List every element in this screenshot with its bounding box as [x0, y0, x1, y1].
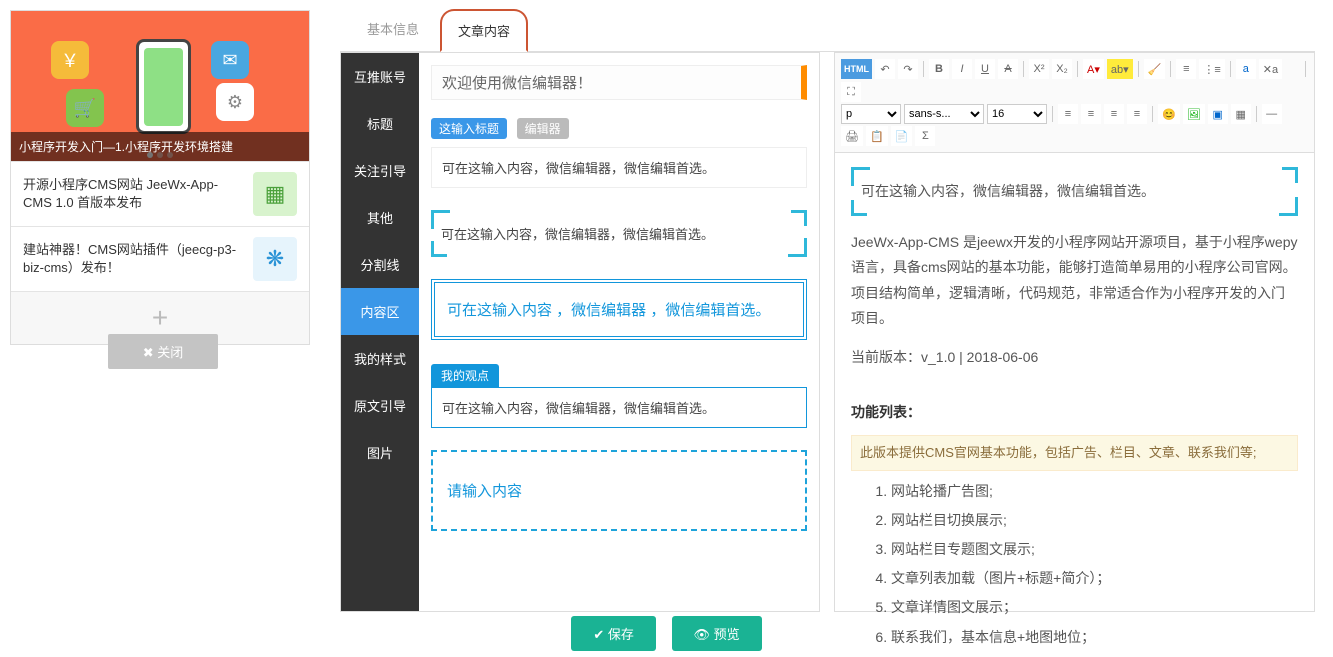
article-list-item[interactable]: 开源小程序CMS网站 JeeWx-App-CMS 1.0 首版本发布 ▦ — [11, 161, 309, 226]
feature-banner: 此版本提供CMS官网基本功能，包括广告、栏目、文章、联系我们等; — [851, 435, 1298, 470]
article-title: 建站神器！CMS网站插件（jeecg-p3-biz-cms）发布！ — [23, 241, 245, 277]
image-button[interactable]: 🖼 — [1183, 104, 1205, 124]
money-icon: ￥ — [51, 41, 89, 79]
special-char-button[interactable]: Σ — [915, 126, 935, 146]
bracket-text: 可在这输入内容，微信编辑器，微信编辑首选。 — [441, 227, 714, 242]
template-panel: 互推账号 标题 关注引导 其他 分割线 内容区 我的样式 原文引导 图片 欢迎使… — [340, 52, 820, 612]
bracket-text: 可在这输入内容，微信编辑器，微信编辑首选。 — [861, 183, 1155, 199]
tab-basic-info[interactable]: 基本信息 — [350, 8, 436, 51]
rte-toolbar: HTML ↶ ↷ B I U A X² X₂ A▾ ab▾ 🧹 ≡ ⋮≡ — [835, 53, 1314, 153]
emoji-button[interactable]: 😊 — [1158, 104, 1180, 124]
menu-item[interactable]: 图片 — [341, 429, 419, 476]
unlink-button[interactable]: ✕a — [1259, 59, 1282, 79]
content-version: 当前版本：v_1.0 | 2018-06-06 — [851, 345, 1298, 370]
menu-item-active[interactable]: 内容区 — [341, 288, 419, 335]
thumb-icon: ❋ — [253, 237, 297, 281]
html-source-button[interactable]: HTML — [841, 59, 872, 79]
clear-format-button[interactable]: 🧹 — [1144, 59, 1166, 79]
article-list-panel: ￥ ✉ 🛒 ⚙ 小程序开发入门—1.小程序开发环境搭建 开源小程序CMS网站 J… — [10, 10, 310, 345]
print-button[interactable]: 🖨 — [841, 126, 863, 146]
hero-caption: 小程序开发入门—1.小程序开发环境搭建 — [11, 132, 309, 161]
gear-icon: ⚙ — [216, 83, 254, 121]
media-button[interactable]: ▣ — [1208, 104, 1228, 124]
article-title: 开源小程序CMS网站 JeeWx-App-CMS 1.0 首版本发布 — [23, 176, 245, 212]
redo-button[interactable]: ↷ — [898, 59, 918, 79]
preview-button[interactable]: 👁 预览 — [672, 616, 762, 651]
align-center-button[interactable]: ≡ — [1081, 104, 1101, 124]
content-bracket-block: 可在这输入内容，微信编辑器，微信编辑首选。 — [851, 167, 1298, 216]
menu-item[interactable]: 原文引导 — [341, 382, 419, 429]
dashed-template[interactable]: 请输入内容 — [431, 450, 807, 531]
undo-button[interactable]: ↶ — [875, 59, 895, 79]
rte-content[interactable]: 可在这输入内容，微信编辑器，微信编辑首选。 JeeWx-App-CMS 是jee… — [835, 153, 1314, 655]
bold-button[interactable]: B — [929, 59, 949, 79]
thumb-icon: ▦ — [253, 172, 297, 216]
subscript-button[interactable]: X₂ — [1052, 59, 1072, 79]
rich-text-editor: HTML ↶ ↷ B I U A X² X₂ A▾ ab▾ 🧹 ≡ ⋮≡ — [834, 52, 1315, 612]
template-list: 欢迎使用微信编辑器！ 这输入标题 编辑器 可在这输入内容，微信编辑器，微信编辑首… — [419, 53, 819, 611]
feature-item: 网站栏目专题图文展示; — [891, 537, 1298, 562]
menu-item[interactable]: 分割线 — [341, 241, 419, 288]
feature-item: 网站轮播广告图; — [891, 479, 1298, 504]
menu-item[interactable]: 互推账号 — [341, 53, 419, 100]
font-size-select[interactable]: 16 — [987, 104, 1047, 124]
tag-row: 这输入标题 编辑器 — [431, 118, 807, 139]
hr-button[interactable]: — — [1262, 104, 1282, 124]
my-point-body: 可在这输入内容，微信编辑器，微信编辑首选。 — [431, 387, 807, 428]
plain-box-template[interactable]: 可在这输入内容，微信编辑器，微信编辑首选。 — [431, 147, 807, 188]
tag-title[interactable]: 这输入标题 — [431, 118, 507, 139]
double-border-template[interactable]: 可在这输入内容 ，微信编辑器 ，微信编辑首选。 — [431, 279, 807, 340]
paste-button[interactable]: 📄 — [891, 126, 913, 146]
bracket-template[interactable]: 可在这输入内容，微信编辑器，微信编辑首选。 — [431, 210, 807, 257]
paragraph-select[interactable]: p — [841, 104, 901, 124]
table-button[interactable]: ▦ — [1231, 104, 1251, 124]
my-point-label: 我的观点 — [431, 364, 499, 387]
close-button[interactable]: ✖ 关闭 — [108, 334, 218, 369]
underline-button[interactable]: U — [975, 59, 995, 79]
tag-editor[interactable]: 编辑器 — [517, 118, 569, 139]
save-button[interactable]: ✔ 保存 — [571, 616, 656, 651]
tab-bar: 基本信息 文章内容 — [340, 8, 1315, 52]
ordered-list-button[interactable]: ≡ — [1176, 59, 1196, 79]
menu-item[interactable]: 关注引导 — [341, 147, 419, 194]
strike-button[interactable]: A — [998, 59, 1018, 79]
menu-item[interactable]: 其他 — [341, 194, 419, 241]
superscript-button[interactable]: X² — [1029, 59, 1049, 79]
align-right-button[interactable]: ≡ — [1104, 104, 1124, 124]
font-family-select[interactable]: sans-s... — [904, 104, 984, 124]
menu-item[interactable]: 我的样式 — [341, 335, 419, 382]
hero-card[interactable]: ￥ ✉ 🛒 ⚙ 小程序开发入门—1.小程序开发环境搭建 — [11, 11, 309, 161]
chat-icon: ✉ — [211, 41, 249, 79]
cart-icon: 🛒 — [66, 89, 104, 127]
italic-button[interactable]: I — [952, 59, 972, 79]
copy-button[interactable]: 📋 — [866, 126, 888, 146]
phone-illustration — [136, 39, 191, 134]
article-list-item[interactable]: 建站神器！CMS网站插件（jeecg-p3-biz-cms）发布！ ❋ — [11, 226, 309, 291]
align-justify-button[interactable]: ≡ — [1127, 104, 1147, 124]
align-left-button[interactable]: ≡ — [1058, 104, 1078, 124]
section-title: 功能列表： — [851, 400, 1298, 425]
content-paragraph: JeeWx-App-CMS 是jeewx开发的小程序网站开源项目，基于小程序we… — [851, 230, 1298, 331]
feature-item: 文章列表加载（图片+标题+简介）； — [891, 566, 1298, 591]
template-category-menu: 互推账号 标题 关注引导 其他 分割线 内容区 我的样式 原文引导 图片 — [341, 53, 419, 611]
highlight-button[interactable]: ab▾ — [1107, 59, 1133, 79]
my-point-template[interactable]: 我的观点 可在这输入内容，微信编辑器，微信编辑首选。 — [431, 364, 807, 428]
fullscreen-button[interactable]: ⛶ — [841, 82, 861, 102]
action-bar: ✔ 保存 👁 预览 — [0, 616, 1333, 651]
unordered-list-button[interactable]: ⋮≡ — [1199, 59, 1224, 79]
menu-item[interactable]: 标题 — [341, 100, 419, 147]
text-color-button[interactable]: A▾ — [1083, 59, 1104, 79]
tab-content[interactable]: 文章内容 — [440, 9, 528, 52]
welcome-template[interactable]: 欢迎使用微信编辑器！ — [431, 65, 807, 100]
link-button[interactable]: a — [1236, 59, 1256, 79]
feature-item: 网站栏目切换展示; — [891, 508, 1298, 533]
